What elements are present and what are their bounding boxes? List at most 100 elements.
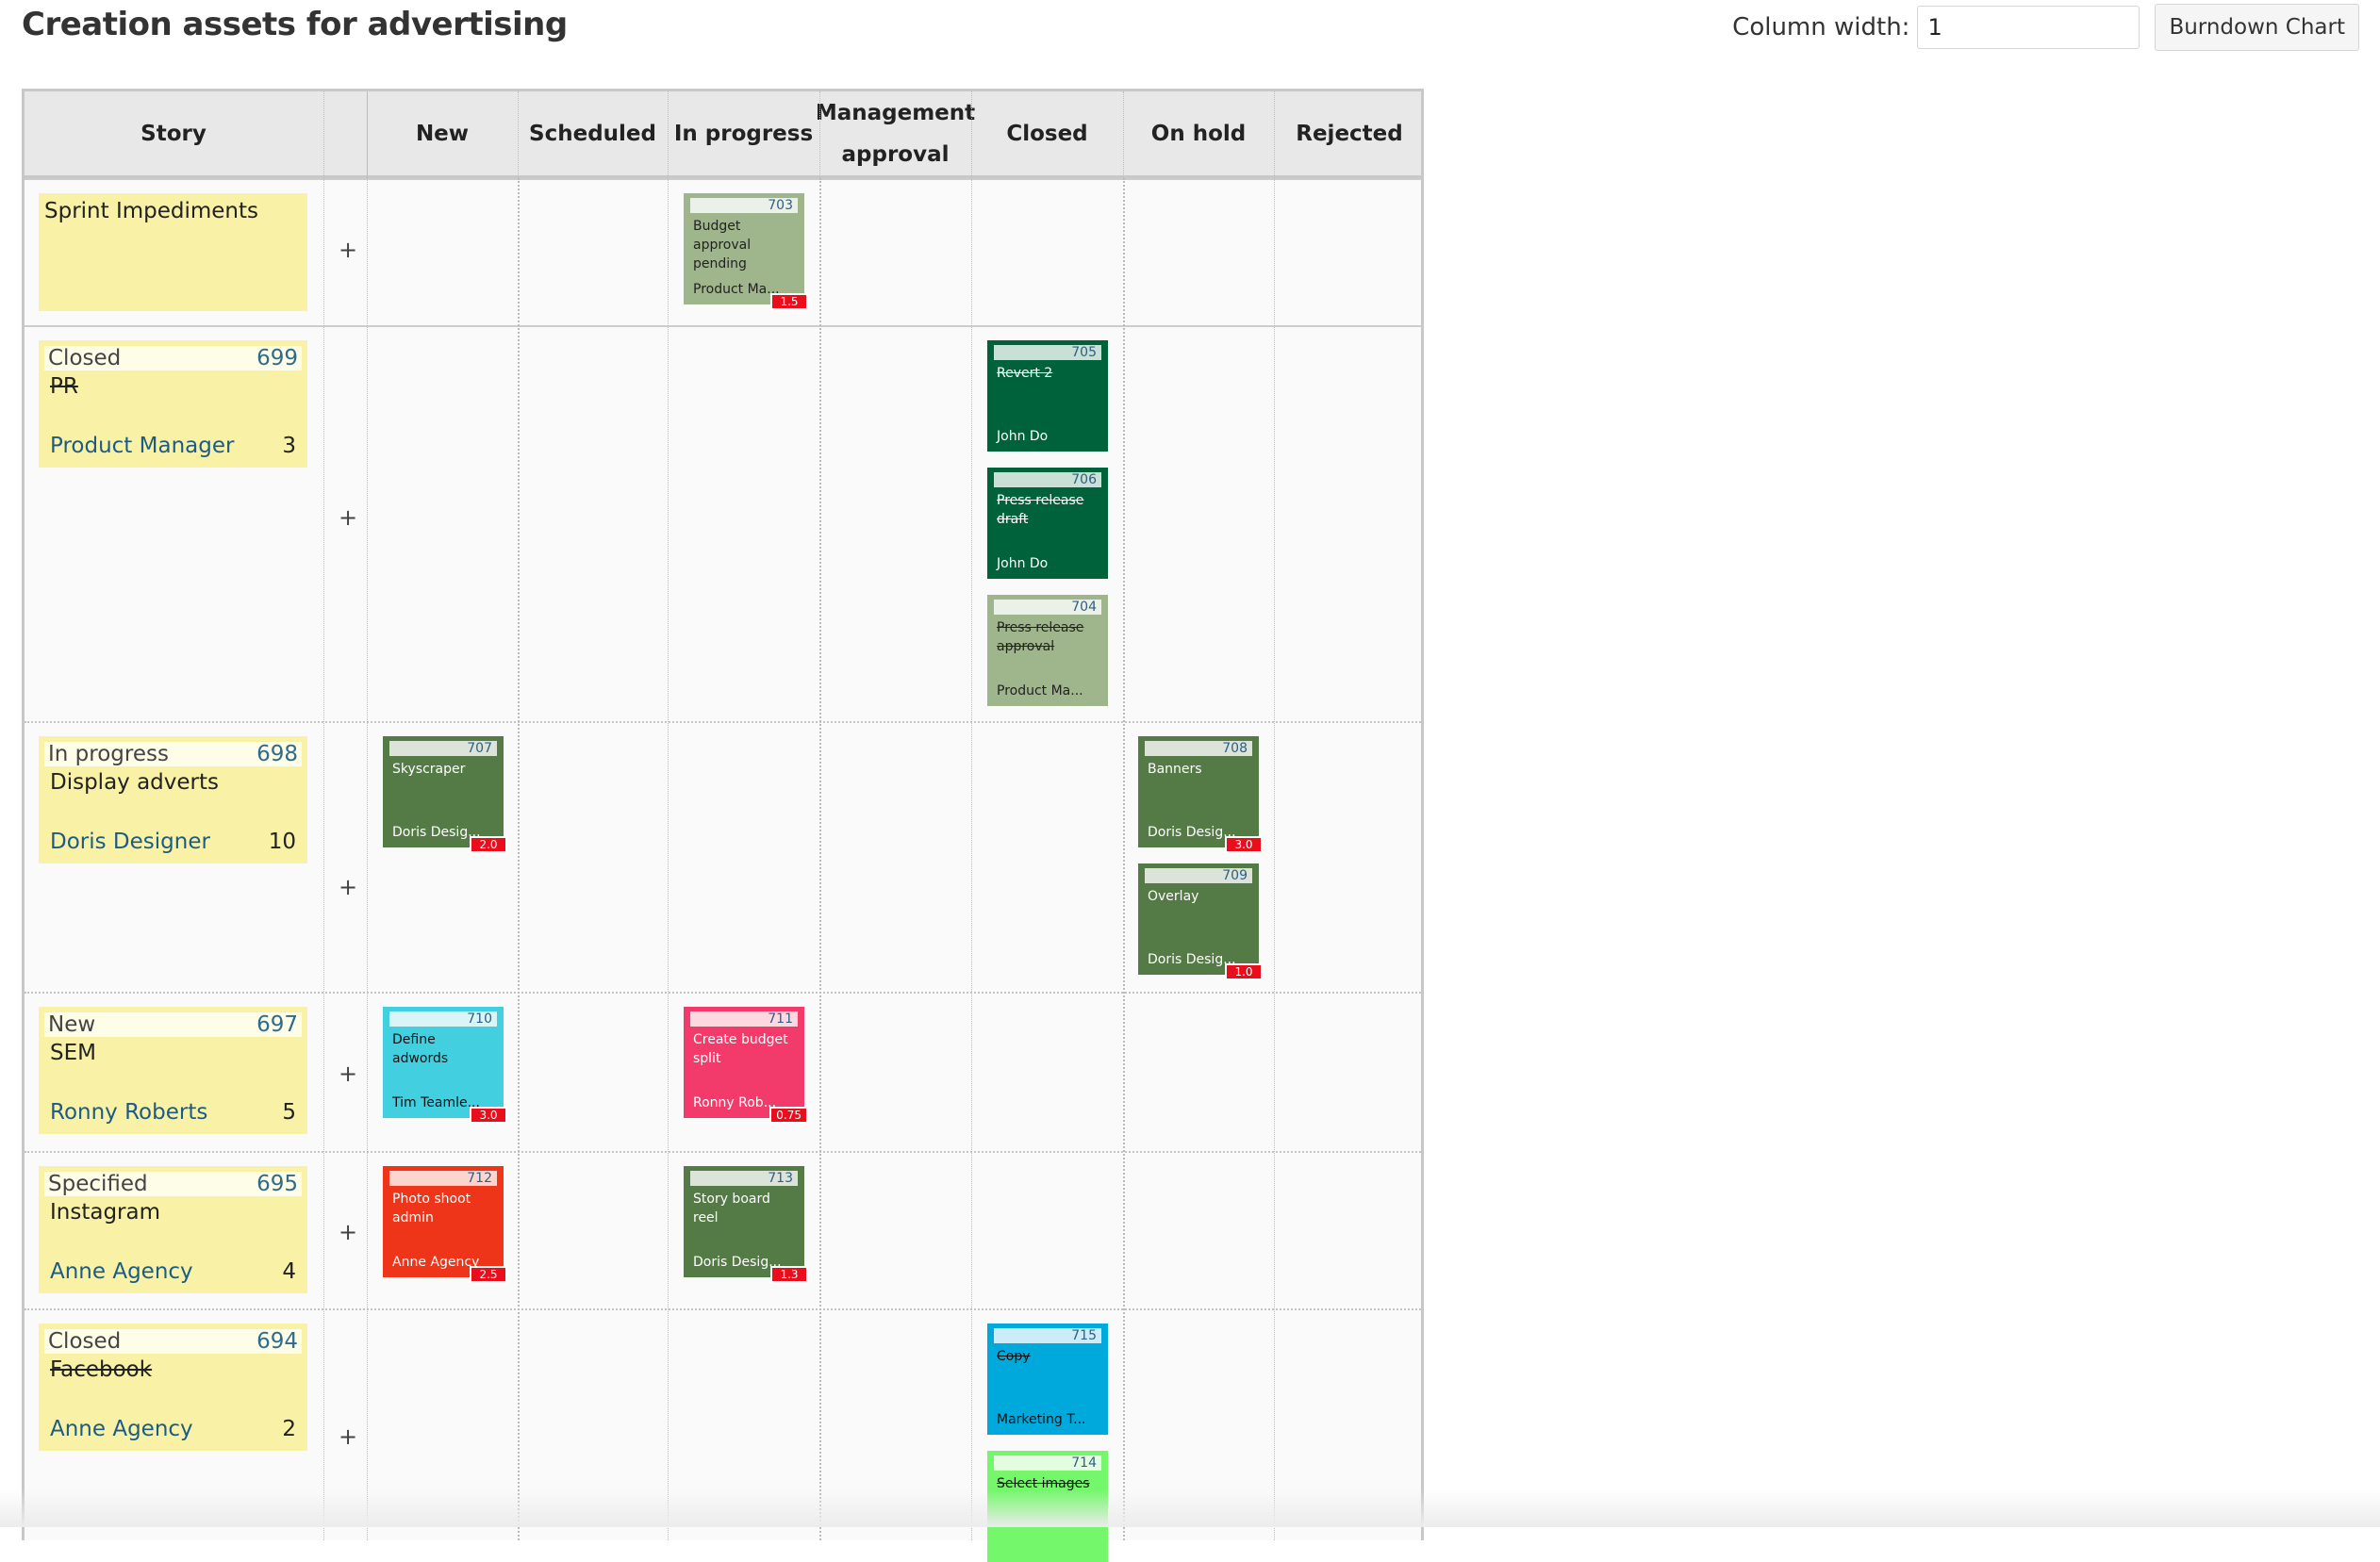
taskboard: Story New Scheduled In progress Manageme…: [22, 89, 1424, 1562]
task-owner: Doris Desig...: [693, 1255, 782, 1270]
story-row: In progress 698 Display adverts Doris Desig…: [25, 721, 1421, 992]
task-id[interactable]: 705: [994, 345, 1101, 360]
task-id[interactable]: 711: [690, 1011, 798, 1027]
task-title: Overlay: [1148, 889, 1199, 904]
story-row: Sprint Impediments +703 Budget approval pe…: [25, 178, 1421, 325]
burndown-chart-button[interactable]: Burndown Chart: [2155, 4, 2359, 51]
column-divider: [367, 91, 368, 178]
story-title: Facebook: [50, 1357, 153, 1382]
story-owner[interactable]: Anne Agency: [50, 1417, 193, 1441]
task-id[interactable]: 714: [994, 1455, 1101, 1471]
bottom-fade: [0, 1489, 2380, 1527]
task-card[interactable]: 703 Budget approval pending Product Ma... 1…: [684, 193, 808, 310]
story-card[interactable]: Closed 699 PR Product Manager 3: [39, 340, 307, 468]
story-header: In progress 698: [44, 742, 302, 766]
column-header-management-approval: Management approval: [816, 91, 975, 175]
task-title: Create budget split: [693, 1032, 788, 1066]
task-id[interactable]: 704: [994, 600, 1101, 615]
task-id[interactable]: 703: [690, 198, 798, 213]
story-points: 3: [282, 434, 296, 458]
story-header: Closed 699: [44, 346, 302, 370]
add-task-button[interactable]: +: [337, 1423, 359, 1450]
story-points: 4: [282, 1259, 296, 1284]
task-id[interactable]: 707: [389, 741, 497, 756]
task-owner: Tim Teamle...: [392, 1095, 480, 1110]
task-estimate-badge: 0.75: [769, 1107, 808, 1124]
story-status: In progress: [48, 742, 169, 766]
story-title: Display adverts: [50, 770, 220, 795]
task-id[interactable]: 710: [389, 1011, 497, 1027]
task-card[interactable]: 710 Define adwords Tim Teamle... 3.0: [383, 1007, 507, 1124]
add-task-button[interactable]: +: [337, 504, 359, 531]
story-card[interactable]: New 697 SEM Ronny Roberts 5: [39, 1007, 307, 1134]
task-card[interactable]: 704 Press release approval Product Ma...: [987, 595, 1108, 706]
story-id[interactable]: 698: [256, 742, 298, 766]
task-title: Budget approval pending: [693, 219, 752, 271]
column-width-label: Column width:: [1732, 13, 1910, 41]
task-owner: Doris Desig...: [392, 825, 481, 840]
story-header: Specified 695: [44, 1172, 302, 1196]
column-header-new: New: [415, 121, 470, 146]
story-footer: Doris Designer 10: [50, 830, 296, 854]
task-card[interactable]: 707 Skyscraper Doris Desig... 2.0: [383, 736, 507, 853]
story-footer: Ronny Roberts 5: [50, 1100, 296, 1125]
task-id[interactable]: 706: [994, 472, 1101, 487]
task-card[interactable]: 706 Press release draft John Do: [987, 468, 1108, 579]
story-status: Specified: [48, 1172, 148, 1196]
task-id[interactable]: 709: [1145, 868, 1252, 883]
task-title: Skyscraper: [392, 762, 466, 777]
mgmt-line-1: Management: [815, 100, 976, 125]
story-points: 5: [282, 1100, 296, 1125]
add-task-button[interactable]: +: [337, 1219, 359, 1245]
task-card[interactable]: 715 Copy Marketing T...: [987, 1324, 1108, 1435]
story-id[interactable]: 695: [256, 1172, 298, 1196]
column-header-scheduled: Scheduled: [529, 121, 656, 146]
story-card[interactable]: Specified 695 Instagram Anne Agency 4: [39, 1166, 307, 1293]
impediments-card[interactable]: Sprint Impediments: [39, 193, 307, 311]
task-estimate-badge: 1.0: [1225, 963, 1263, 980]
task-card[interactable]: 712 Photo shoot admin Anne Agency 2.5: [383, 1166, 507, 1283]
column-divider: [668, 91, 669, 1540]
task-card[interactable]: 713 Story board reel Doris Desig... 1.3: [684, 1166, 808, 1283]
story-footer: Anne Agency 4: [50, 1259, 296, 1284]
task-title: Story board reel: [693, 1192, 770, 1225]
task-id[interactable]: 708: [1145, 741, 1252, 756]
taskboard-header: Story New Scheduled In progress Manageme…: [25, 91, 1421, 178]
task-estimate-badge: 1.5: [770, 293, 808, 310]
task-id[interactable]: 712: [389, 1171, 497, 1186]
story-owner[interactable]: Anne Agency: [50, 1259, 193, 1284]
story-owner[interactable]: Ronny Roberts: [50, 1100, 207, 1125]
column-header-story: Story: [140, 121, 207, 146]
story-id[interactable]: 697: [256, 1012, 298, 1037]
task-card[interactable]: 711 Create budget split Ronny Rob... 0.75: [684, 1007, 808, 1124]
story-owner[interactable]: Product Manager: [50, 434, 234, 458]
column-divider: [518, 91, 519, 178]
task-card[interactable]: 708 Banners Doris Desig... 3.0: [1138, 736, 1263, 853]
story-owner[interactable]: Doris Designer: [50, 830, 210, 854]
task-id[interactable]: 715: [994, 1328, 1101, 1343]
story-id[interactable]: 699: [256, 346, 298, 370]
task-owner: Ronny Rob...: [693, 1095, 777, 1110]
task-owner: Product Ma...: [997, 683, 1083, 699]
task-card[interactable]: 709 Overlay Doris Desig... 1.0: [1138, 863, 1263, 980]
story-card[interactable]: In progress 698 Display adverts Doris Desig…: [39, 736, 307, 863]
task-card[interactable]: 705 Revert 2 John Do: [987, 340, 1108, 452]
column-divider: [1123, 178, 1125, 1540]
story-status: New: [48, 1012, 96, 1037]
story-id[interactable]: 694: [256, 1329, 298, 1354]
page-title: Creation assets for advertising: [22, 6, 568, 43]
add-task-button[interactable]: +: [337, 1061, 359, 1087]
column-divider: [323, 91, 324, 1540]
story-row: New 697 SEM Ronny Roberts 5 +710 Define adword…: [25, 992, 1421, 1151]
add-task-button[interactable]: +: [337, 874, 359, 900]
task-title: Define adwords: [392, 1032, 449, 1066]
column-divider: [518, 178, 520, 1540]
story-header: New 697: [44, 1012, 302, 1037]
task-owner: Doris Desig...: [1148, 825, 1236, 840]
column-divider: [819, 178, 821, 1540]
task-id[interactable]: 713: [690, 1171, 798, 1186]
column-width-input[interactable]: [1917, 6, 2140, 49]
task-estimate-badge: 3.0: [1225, 836, 1263, 853]
add-task-button[interactable]: +: [337, 237, 359, 263]
story-card[interactable]: Closed 694 Facebook Anne Agency 2: [39, 1324, 307, 1451]
